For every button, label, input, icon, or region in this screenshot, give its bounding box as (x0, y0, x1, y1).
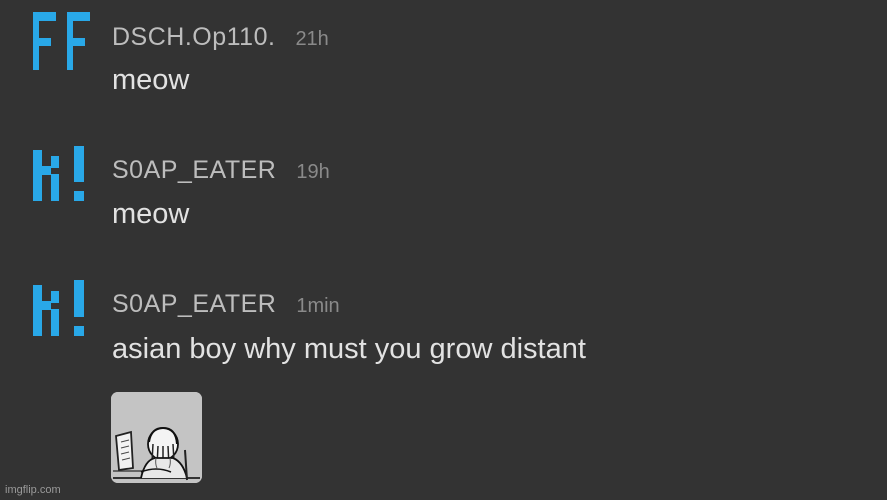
message-text: asian boy why must you grow distant (112, 333, 586, 365)
username[interactable]: S0AP_EATER (112, 156, 276, 184)
k-exclaim-pixel-avatar-icon[interactable] (33, 280, 93, 340)
username[interactable]: DSCH.Op110. (112, 23, 275, 51)
timestamp: 19h (296, 161, 330, 183)
ff-pixel-avatar-icon[interactable] (33, 12, 93, 72)
message-text: meow (112, 198, 190, 230)
timestamp: 1min (296, 295, 340, 317)
username[interactable]: S0AP_EATER (112, 290, 276, 318)
k-exclaim-pixel-avatar-icon[interactable] (33, 146, 93, 206)
timestamp: 21h (295, 28, 329, 50)
message-text: meow (112, 64, 190, 96)
watermark: imgflip.com (5, 484, 61, 496)
crying-at-computer-sticker-icon[interactable] (111, 392, 202, 483)
